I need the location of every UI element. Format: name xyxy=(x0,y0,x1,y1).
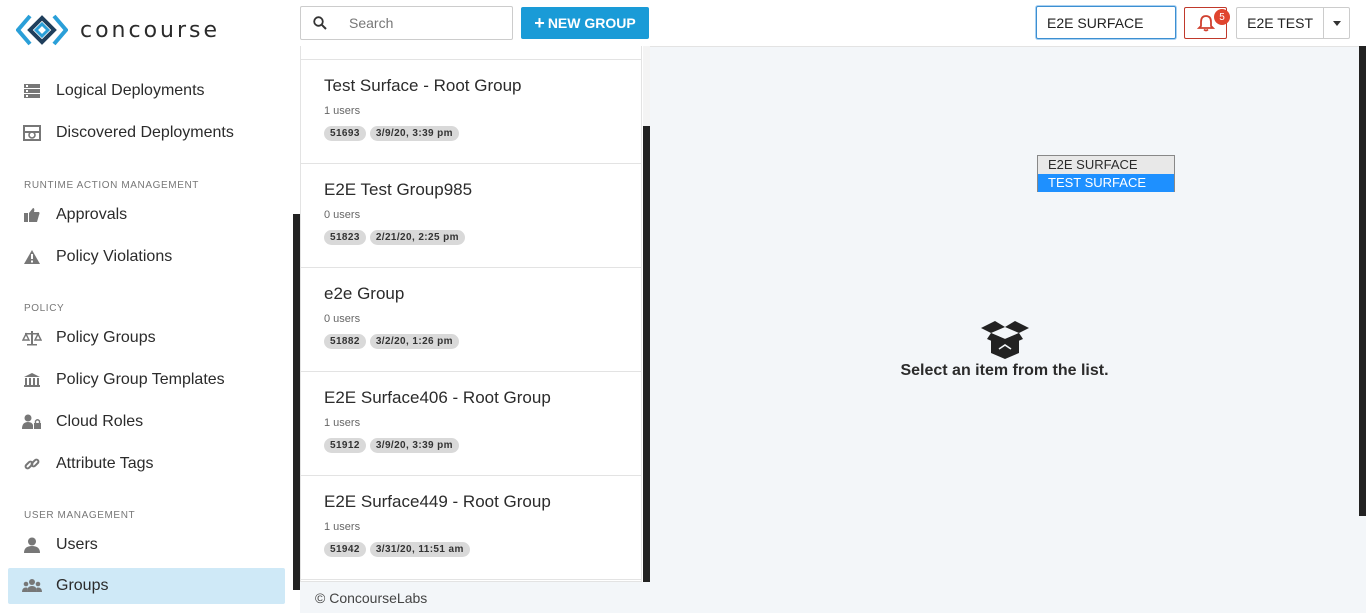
group-date-tag: 2/21/20, 2:25 pm xyxy=(369,230,465,245)
footer: © ConcourseLabs xyxy=(300,582,650,613)
surface-option-selected[interactable]: TEST SURFACE xyxy=(1038,174,1174,192)
group-date-tag: 3/2/20, 1:26 pm xyxy=(369,334,459,349)
empty-state: Select an item from the list. xyxy=(650,319,1359,380)
group-list-item[interactable]: E2E Test Group985 0 users 51823 2/21/20,… xyxy=(301,164,641,268)
section-title-runtime: RUNTIME ACTION MANAGEMENT xyxy=(24,180,200,191)
thumbs-up-icon xyxy=(22,205,42,225)
sidebar-item-cloud-roles[interactable]: Cloud Roles xyxy=(8,404,285,440)
group-id-tag: 51882 xyxy=(324,334,366,349)
group-date-tag: 3/9/20, 3:39 pm xyxy=(369,438,459,453)
notification-count-badge: 5 xyxy=(1214,9,1230,25)
group-list-item[interactable]: E2E Surface406 - Root Group 1 users 5191… xyxy=(301,372,641,476)
sidebar-item-label: Users xyxy=(56,536,98,553)
search-icon xyxy=(301,16,339,30)
group-user-count: 0 users xyxy=(324,209,361,221)
detail-scrollbar[interactable] xyxy=(1359,46,1366,516)
user-menu-toggle[interactable] xyxy=(1323,8,1349,38)
app-name: concourse xyxy=(80,17,221,43)
server-icon xyxy=(22,81,42,101)
concourse-logo-icon xyxy=(16,14,68,46)
group-name: E2E Surface449 - Root Group xyxy=(324,492,551,511)
sidebar-item-policy-group-templates[interactable]: Policy Group Templates xyxy=(8,362,285,398)
footer-copyright: © ConcourseLabs xyxy=(315,589,428,606)
open-box-icon xyxy=(650,319,1359,359)
sidebar-item-policy-violations[interactable]: Policy Violations xyxy=(8,239,285,275)
sidebar-item-label: Cloud Roles xyxy=(56,413,144,430)
group-list: Test Surface - Root Group 1 users 51693 … xyxy=(300,46,642,582)
group-id-tag: 51942 xyxy=(324,542,366,557)
group-list-item[interactable]: e2e Group 0 users 51882 3/2/20, 1:26 pm xyxy=(301,268,641,372)
sidebar-item-label: Logical Deployments xyxy=(56,82,205,99)
user-lock-icon xyxy=(22,412,42,432)
group-user-count: 1 users xyxy=(324,521,361,533)
user-menu[interactable]: E2E TEST xyxy=(1236,7,1350,39)
sidebar-item-logical-deployments[interactable]: Logical Deployments xyxy=(8,73,285,109)
list-previous-item-edge xyxy=(301,46,641,60)
new-group-button[interactable]: + NEW GROUP xyxy=(521,7,649,39)
sidebar-item-label: Attribute Tags xyxy=(56,455,154,472)
bell-icon xyxy=(1196,15,1215,32)
user-name: E2E TEST xyxy=(1247,15,1314,31)
group-list-item[interactable]: Test Surface - Root Group 1 users 51693 … xyxy=(301,60,641,164)
scale-icon xyxy=(22,328,42,348)
users-icon xyxy=(22,576,42,596)
sidebar-item-discovered-deployments[interactable]: Discovered Deployments xyxy=(8,115,285,151)
sidebar-item-groups[interactable]: Groups xyxy=(8,568,285,604)
sidebar-item-label: Groups xyxy=(56,577,109,594)
group-id-tag: 51693 xyxy=(324,126,366,141)
group-name: e2e Group xyxy=(324,284,405,303)
sidebar-item-label: Discovered Deployments xyxy=(56,124,234,141)
empty-state-text: Select an item from the list. xyxy=(900,362,1109,379)
bank-icon xyxy=(22,370,42,390)
detail-panel: Select an item from the list. xyxy=(650,46,1359,613)
group-user-count: 1 users xyxy=(324,105,361,117)
group-id-tag: 51823 xyxy=(324,230,366,245)
sidebar-scrollbar[interactable] xyxy=(293,214,300,590)
deploy-search-icon xyxy=(22,123,42,143)
concourse-logo[interactable]: concourse xyxy=(16,12,236,48)
group-user-count: 1 users xyxy=(324,417,361,429)
list-scroll-gutter xyxy=(643,46,650,126)
section-title-user-management: USER MANAGEMENT xyxy=(24,510,136,521)
group-list-item[interactable]: E2E Surface449 - Root Group 1 users 5194… xyxy=(301,476,641,580)
search-box xyxy=(300,6,513,40)
sidebar-item-label: Policy Group Templates xyxy=(56,371,225,388)
sidebar-item-approvals[interactable]: Approvals xyxy=(8,197,285,233)
group-name: Test Surface - Root Group xyxy=(324,76,522,95)
group-date-tag: 3/31/20, 11:51 am xyxy=(369,542,470,557)
sidebar-item-users[interactable]: Users xyxy=(8,527,285,563)
sidebar-item-policy-groups[interactable]: Policy Groups xyxy=(8,320,285,356)
surface-option[interactable]: E2E SURFACE xyxy=(1038,156,1174,174)
sidebar-item-attribute-tags[interactable]: Attribute Tags xyxy=(8,446,285,482)
list-scrollbar[interactable] xyxy=(643,126,650,582)
surface-select[interactable]: E2E SURFACE xyxy=(1036,6,1176,39)
group-name: E2E Test Group985 xyxy=(324,180,473,199)
surface-options-list: E2E SURFACE TEST SURFACE xyxy=(1037,155,1175,192)
group-name: E2E Surface406 - Root Group xyxy=(324,388,551,407)
warning-icon xyxy=(22,247,42,267)
section-title-policy: POLICY xyxy=(24,303,65,314)
group-date-tag: 3/9/20, 3:39 pm xyxy=(369,126,459,141)
sidebar-item-label: Approvals xyxy=(56,206,128,223)
sidebar-item-label: Policy Groups xyxy=(56,329,156,346)
caret-down-icon xyxy=(1332,20,1341,26)
search-input[interactable] xyxy=(349,15,509,31)
detail-scroll-gutter xyxy=(1359,516,1366,613)
group-user-count: 0 users xyxy=(324,313,361,325)
sidebar-item-label: Policy Violations xyxy=(56,248,173,265)
user-icon xyxy=(22,535,42,555)
new-group-label: NEW GROUP xyxy=(547,15,636,31)
plus-icon: + xyxy=(534,13,545,33)
sidebar: Logical Deployments Discovered Deploymen… xyxy=(0,64,293,613)
group-id-tag: 51912 xyxy=(324,438,366,453)
link-icon xyxy=(22,454,42,474)
